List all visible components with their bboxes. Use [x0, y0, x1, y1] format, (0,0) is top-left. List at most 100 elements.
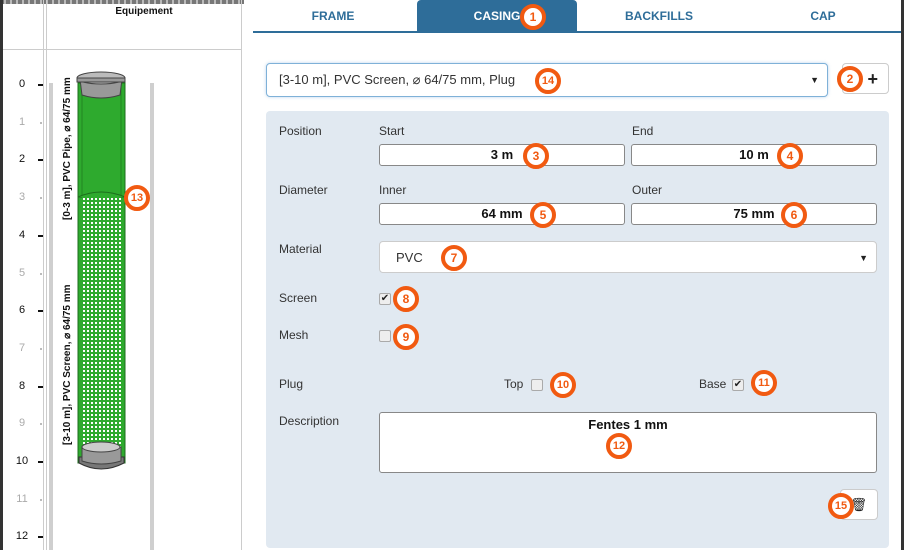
- depth-tick-mark: [40, 498, 42, 501]
- position-label: Position: [279, 124, 322, 138]
- borehole-wall-left: [49, 83, 53, 550]
- inner-diameter-value: 64 mm: [481, 206, 523, 221]
- depth-tick-label: 3: [18, 191, 26, 204]
- plus-icon: +: [867, 69, 878, 89]
- annotation-badge-5: 5: [530, 202, 556, 228]
- annotation-badge-12: 12: [606, 433, 632, 459]
- depth-tick-label: 9: [18, 417, 26, 430]
- casing-form-panel: [266, 111, 889, 548]
- screen-checkbox[interactable]: ✔: [379, 293, 391, 305]
- outer-diameter-input[interactable]: 75 mm: [631, 203, 877, 225]
- diameter-label: Diameter: [279, 183, 328, 197]
- casing-selector-value: [3-10 m], PVC Screen, ⌀ 64/75 mm, Plug: [279, 72, 516, 87]
- depth-tick-mark: [40, 347, 42, 350]
- depth-tick-mark: [38, 159, 43, 162]
- depth-tick-mark: [38, 234, 43, 237]
- depth-tick: 9: [0, 417, 43, 431]
- depth-tick-label: 10: [15, 455, 29, 467]
- outer-diameter-value: 75 mm: [733, 206, 775, 221]
- depth-tick: 10: [0, 455, 43, 469]
- depth-tick-mark: [40, 121, 42, 124]
- material-label: Material: [279, 242, 322, 256]
- annotation-badge-15: 15: [828, 493, 854, 519]
- tab-casing[interactable]: CASING: [417, 0, 577, 31]
- mesh-checkbox[interactable]: [379, 330, 391, 342]
- top-plug-rim: [76, 77, 126, 83]
- dropdown-caret-icon: ▼: [810, 75, 819, 85]
- depth-tick: 8: [0, 380, 43, 394]
- description-value: Fentes 1 mm: [588, 417, 668, 432]
- inner-label: Inner: [379, 183, 407, 197]
- depth-tick-label: 2: [18, 153, 26, 166]
- depth-tick-label: 7: [18, 341, 26, 354]
- base-plug-label: Base: [699, 377, 727, 391]
- equipment-column-title: Equipement: [115, 6, 173, 17]
- depth-tick: 1: [0, 116, 43, 130]
- tab-backfills[interactable]: BACKFILLS: [579, 0, 739, 31]
- annotation-badge-11: 11: [751, 370, 777, 396]
- depth-tick-mark: [38, 84, 43, 86]
- screen-segment-label: [3-10 m], PVC Screen, ⌀ 64/75 mm: [62, 284, 73, 445]
- start-input[interactable]: 3 m: [379, 144, 625, 166]
- depth-tick: 12: [0, 530, 43, 544]
- annotation-badge-4: 4: [777, 143, 803, 169]
- start-value: 3 m: [490, 147, 514, 162]
- depth-tick: 0: [0, 78, 43, 92]
- tab-frame[interactable]: FRAME: [253, 0, 413, 31]
- depth-tick-mark: [38, 536, 43, 539]
- tab-cap[interactable]: CAP: [743, 0, 903, 31]
- annotation-badge-1: 1: [520, 4, 546, 30]
- depth-tick: 11: [0, 493, 43, 507]
- outer-label: Outer: [632, 183, 663, 197]
- depth-tick-label: 1: [18, 115, 26, 128]
- depth-tick-label: 6: [18, 304, 26, 317]
- mesh-label: Mesh: [279, 328, 309, 342]
- depth-tick-mark: [40, 272, 42, 275]
- depth-tick-mark: [38, 461, 43, 463]
- depth-tick-mark: [40, 423, 42, 426]
- end-input[interactable]: 10 m: [631, 144, 877, 166]
- end-value: 10 m: [739, 147, 769, 162]
- start-label: Start: [379, 124, 405, 138]
- base-plug-top: [81, 441, 121, 453]
- base-plug-checkbox[interactable]: ✔: [732, 379, 744, 391]
- depth-tick: 2: [0, 153, 43, 167]
- depth-tick: 7: [0, 342, 43, 356]
- screen-pattern: [82, 197, 121, 463]
- depth-tick: 5: [0, 267, 43, 281]
- depth-tick-label: 0: [18, 78, 26, 90]
- depth-tick-label: 4: [18, 228, 26, 241]
- depth-tick-label: 11: [16, 492, 28, 505]
- depth-column-separator: [43, 0, 47, 550]
- pipe-segment[interactable]: [77, 82, 126, 198]
- borehole-log-panel: Equipement 0 1 2 3 4 5 6 7 8 9 10 11 12 [0-3 m], PVC…: [0, 0, 244, 550]
- pipe-segment-label: [0-3 m], PVC Pipe, ⌀ 64/75 mm: [62, 77, 73, 220]
- annotation-badge-10: 10: [550, 372, 576, 398]
- screen-label: Screen: [279, 291, 318, 305]
- depth-axis: 0 1 2 3 4 5 6 7 8 9 10 11 12: [0, 0, 43, 550]
- depth-tick-label: 8: [18, 379, 26, 392]
- depth-tick: 4: [0, 229, 43, 243]
- tab-bar: FRAME CASING BACKFILLS CAP: [253, 0, 904, 33]
- inner-diameter-input[interactable]: 64 mm: [379, 203, 625, 225]
- casing-graphic[interactable]: [70, 65, 140, 475]
- dropdown-caret-icon: ▼: [859, 253, 868, 263]
- annotation-badge-13: 13: [124, 185, 150, 211]
- top-plug-checkbox[interactable]: [531, 379, 543, 391]
- depth-tick-label: 12: [15, 530, 29, 543]
- depth-tick-mark: [40, 197, 42, 200]
- plug-label: Plug: [279, 377, 304, 391]
- annotation-badge-7: 7: [441, 245, 467, 271]
- log-right-border: [241, 0, 242, 550]
- end-label: End: [632, 124, 654, 138]
- annotation-badge-8: 8: [393, 286, 419, 312]
- depth-tick-label: 5: [18, 266, 26, 279]
- description-label: Description: [279, 414, 340, 428]
- depth-tick: 6: [0, 304, 43, 318]
- depth-tick-mark: [38, 310, 43, 313]
- annotation-badge-14: 14: [535, 68, 561, 94]
- borehole-wall-right: [150, 83, 154, 550]
- depth-tick-mark: [38, 385, 43, 388]
- material-value: PVC: [396, 250, 423, 265]
- annotation-badge-2: 2: [837, 66, 863, 92]
